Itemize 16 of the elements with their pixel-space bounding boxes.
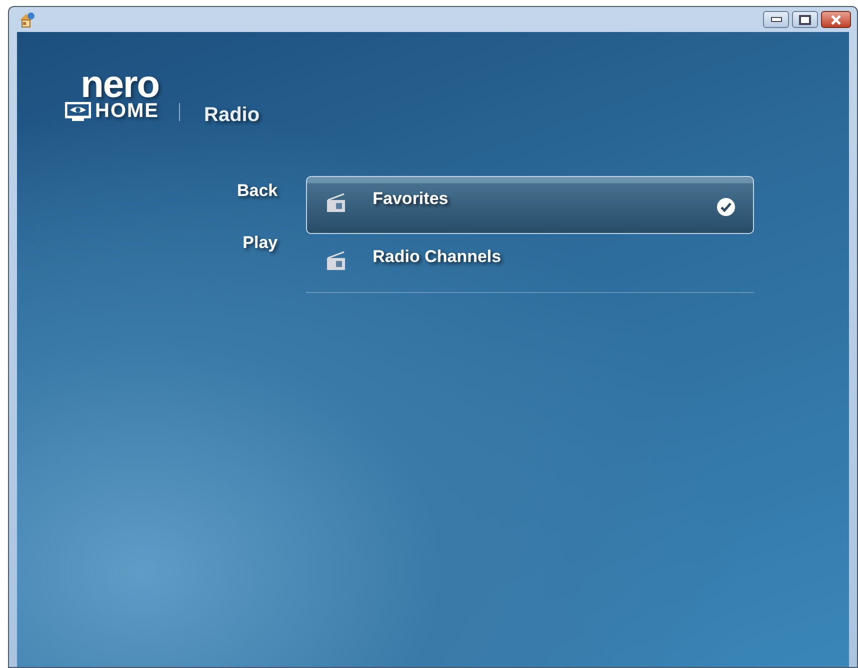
maximize-button[interactable] xyxy=(792,11,818,28)
menu-item[interactable]: Radio Channels xyxy=(306,234,754,292)
action-link[interactable]: Play xyxy=(242,233,278,253)
house-icon xyxy=(19,12,35,28)
action-link[interactable]: Back xyxy=(237,181,278,201)
minimize-button[interactable] xyxy=(763,11,789,28)
logo-product-name: HOME xyxy=(95,100,159,123)
checkmark-icon xyxy=(716,198,735,216)
logo-wordmark: nero xyxy=(80,70,159,100)
tv-eye-icon xyxy=(65,102,91,122)
radio-icon xyxy=(324,251,347,271)
radio-icon xyxy=(324,193,347,213)
menu-item[interactable]: Favorites xyxy=(306,176,754,234)
close-icon xyxy=(830,14,842,24)
section-title: Radio xyxy=(204,104,260,127)
close-button[interactable] xyxy=(821,11,851,28)
